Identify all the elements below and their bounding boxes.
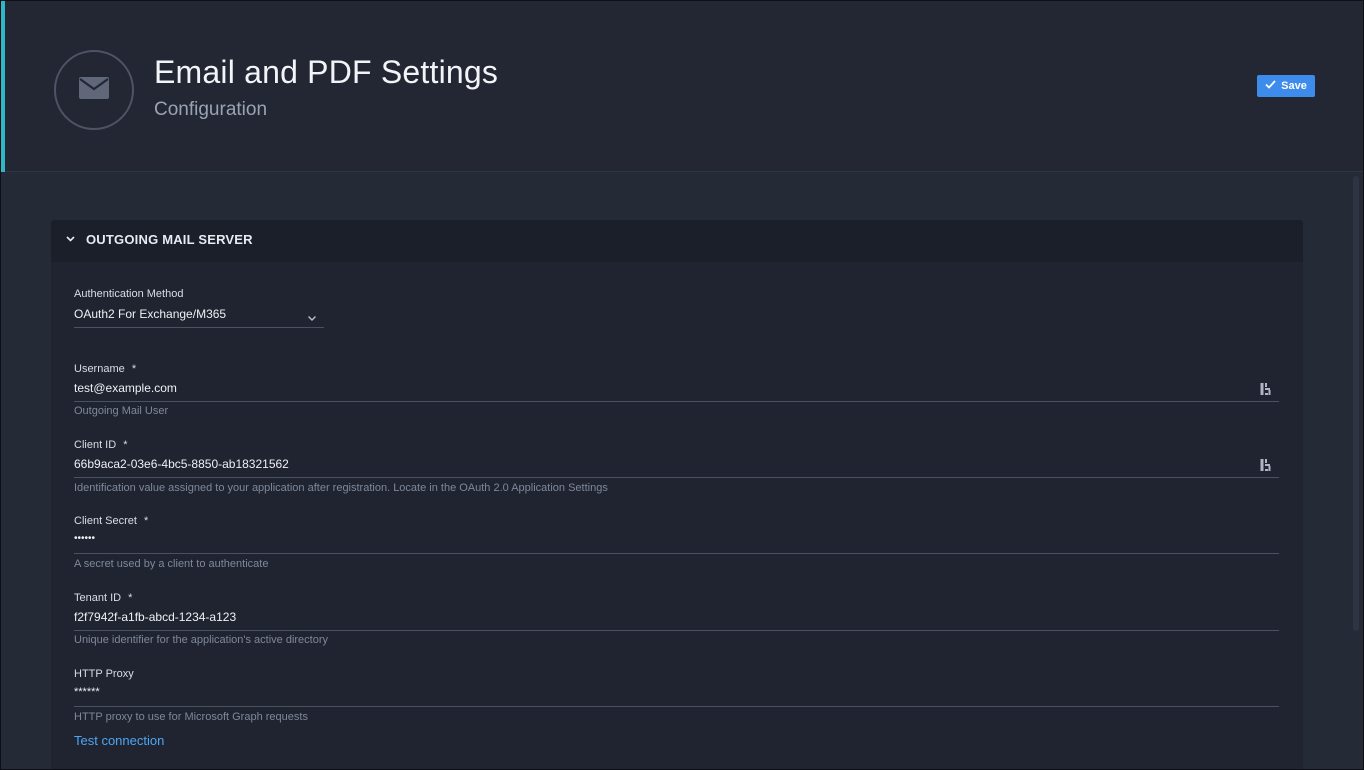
- username-label-text: Username: [74, 363, 125, 375]
- tenant-id-underline: [74, 630, 1279, 631]
- app-window: Email and PDF Settings Configuration Sav…: [0, 0, 1364, 770]
- client-secret-underline: [74, 553, 1279, 554]
- client-secret-label-text: Client Secret: [74, 515, 137, 527]
- client-secret-input[interactable]: ••••••: [74, 530, 1279, 552]
- page-title: Email and PDF Settings: [154, 54, 499, 90]
- auth-method-select[interactable]: OAuth2 For Exchange/M365: [74, 302, 324, 328]
- username-label: Username *: [74, 363, 136, 375]
- header-icon-circle: [54, 50, 134, 130]
- vertical-scrollbar[interactable]: [1353, 176, 1359, 631]
- username-help: Outgoing Mail User: [74, 405, 169, 417]
- http-proxy-help: HTTP proxy to use for Microsoft Graph re…: [74, 711, 308, 723]
- vault-key-icon[interactable]: [1260, 382, 1272, 396]
- test-connection-link[interactable]: Test connection: [74, 733, 164, 748]
- http-proxy-value: ******: [74, 686, 100, 698]
- client-secret-label: Client Secret *: [74, 515, 148, 527]
- page-subtitle: Configuration: [154, 99, 268, 120]
- vault-key-icon[interactable]: [1260, 458, 1272, 472]
- client-id-value: 66b9aca2-03e6-4bc5-8850-ab18321562: [74, 457, 289, 471]
- section-header[interactable]: OUTGOING MAIL SERVER: [51, 220, 1303, 262]
- tenant-id-label: Tenant ID *: [74, 592, 132, 604]
- required-marker: *: [131, 363, 137, 375]
- client-id-input[interactable]: 66b9aca2-03e6-4bc5-8850-ab18321562: [74, 454, 1254, 476]
- save-button[interactable]: Save: [1257, 75, 1315, 97]
- page-header: Email and PDF Settings Configuration Sav…: [1, 1, 1363, 172]
- required-marker: *: [144, 515, 149, 527]
- mail-icon: [79, 76, 109, 104]
- client-id-help: Identification value assigned to your ap…: [74, 482, 608, 494]
- username-underline: [74, 401, 1279, 402]
- tenant-id-help: Unique identifier for the application's …: [74, 634, 329, 646]
- username-input[interactable]: test@example.com: [74, 378, 1254, 400]
- auth-method-label: Authentication Method: [74, 288, 184, 300]
- select-chevron-down-icon[interactable]: [307, 309, 317, 321]
- client-id-label-text: Client ID: [74, 439, 117, 451]
- outgoing-mail-server-card: OUTGOING MAIL SERVER Authentication Meth…: [51, 220, 1303, 769]
- tenant-id-input[interactable]: f2f7942f-a1fb-abcd-1234-a123: [74, 607, 1279, 629]
- required-marker: *: [128, 592, 133, 604]
- auth-method-underline: [74, 327, 324, 328]
- client-id-label: Client ID *: [74, 439, 128, 451]
- username-value: test@example.com: [74, 381, 177, 395]
- client-secret-help: A secret used by a client to authenticat…: [74, 558, 269, 570]
- header-accent-bar: [1, 1, 5, 172]
- required-marker: *: [123, 439, 128, 451]
- save-button-label: Save: [1281, 80, 1307, 92]
- client-secret-value: ••••••: [74, 533, 96, 544]
- http-proxy-underline: [74, 706, 1279, 707]
- check-icon: [1265, 80, 1276, 92]
- tenant-id-value: f2f7942f-a1fb-abcd-1234-a123: [74, 610, 237, 624]
- tenant-id-label-text: Tenant ID: [74, 592, 122, 604]
- section-title: OUTGOING MAIL SERVER: [86, 232, 253, 247]
- chevron-down-icon[interactable]: [64, 233, 76, 245]
- client-id-underline: [74, 477, 1279, 478]
- auth-method-value: OAuth2 For Exchange/M365: [74, 307, 227, 321]
- http-proxy-label: HTTP Proxy: [74, 668, 134, 680]
- http-proxy-input[interactable]: ******: [74, 683, 1279, 705]
